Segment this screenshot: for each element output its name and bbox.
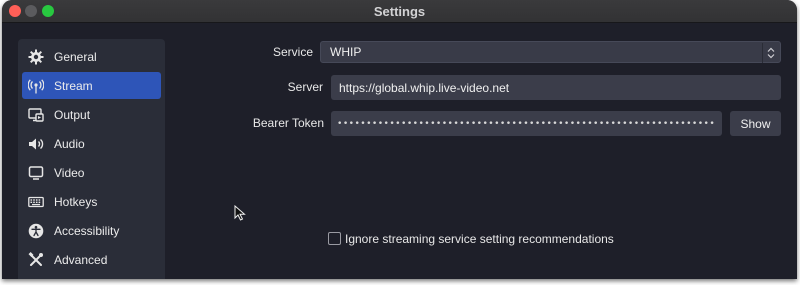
server-input[interactable]: https://global.whip.live-video.net (331, 75, 781, 100)
bearer-token-label: Bearer Token (252, 116, 324, 130)
sidebar-item-label: Audio (54, 136, 85, 151)
output-icon (28, 107, 44, 122)
sidebar-item-audio[interactable]: Audio (22, 130, 161, 157)
sidebar-item-general[interactable]: General (22, 43, 161, 70)
sidebar-item-label: Output (54, 107, 91, 122)
gear-icon (28, 49, 44, 64)
sidebar-item-hotkeys[interactable]: Hotkeys (22, 188, 161, 215)
ignore-recommendations-label[interactable]: Ignore streaming service setting recomme… (345, 232, 614, 246)
tools-icon (28, 251, 43, 266)
sidebar-item-label: Advanced (54, 252, 108, 267)
sidebar-item-video[interactable]: Video (22, 159, 161, 186)
service-value: WHIP (330, 45, 362, 59)
accessibility-icon (28, 223, 44, 238)
sidebar-item-stream[interactable]: Stream (22, 72, 161, 99)
server-label: Server (287, 80, 323, 94)
sidebar-item-label: General (54, 49, 97, 64)
monitor-icon (28, 165, 44, 180)
sidebar-item-accessibility[interactable]: Accessibility (22, 217, 161, 244)
keyboard-icon (28, 196, 44, 207)
window-title: Settings (373, 4, 426, 19)
service-label: Service (272, 45, 313, 59)
speaker-icon (29, 138, 44, 149)
bearer-token-input[interactable]: ••••••••••••••••••••••••••••••••••••••••… (331, 111, 722, 136)
title-bar: Settings (2, 0, 797, 23)
ignore-recommendations-checkbox[interactable] (328, 232, 341, 245)
sidebar-item-output[interactable]: Output (22, 101, 161, 128)
sidebar-item-label: Accessibility (54, 223, 120, 238)
settings-sidebar: General Stream Output Audio Video Hotkey… (18, 39, 165, 279)
select-arrows-icon (762, 43, 779, 63)
show-token-button[interactable]: Show (730, 111, 781, 136)
settings-window: Settings General Stream Output Audio Vid… (2, 0, 797, 279)
sidebar-item-label: Video (54, 165, 85, 180)
sidebar-item-label: Stream (54, 78, 93, 93)
mouse-cursor-icon (234, 205, 246, 221)
sidebar-item-advanced[interactable]: Advanced (22, 246, 161, 273)
server-value: https://global.whip.live-video.net (339, 80, 510, 95)
bearer-token-value: ••••••••••••••••••••••••••••••••••••••••… (337, 118, 716, 129)
sidebar-item-label: Hotkeys (54, 194, 98, 209)
service-select[interactable]: WHIP (320, 41, 781, 63)
antenna-icon (28, 78, 44, 93)
